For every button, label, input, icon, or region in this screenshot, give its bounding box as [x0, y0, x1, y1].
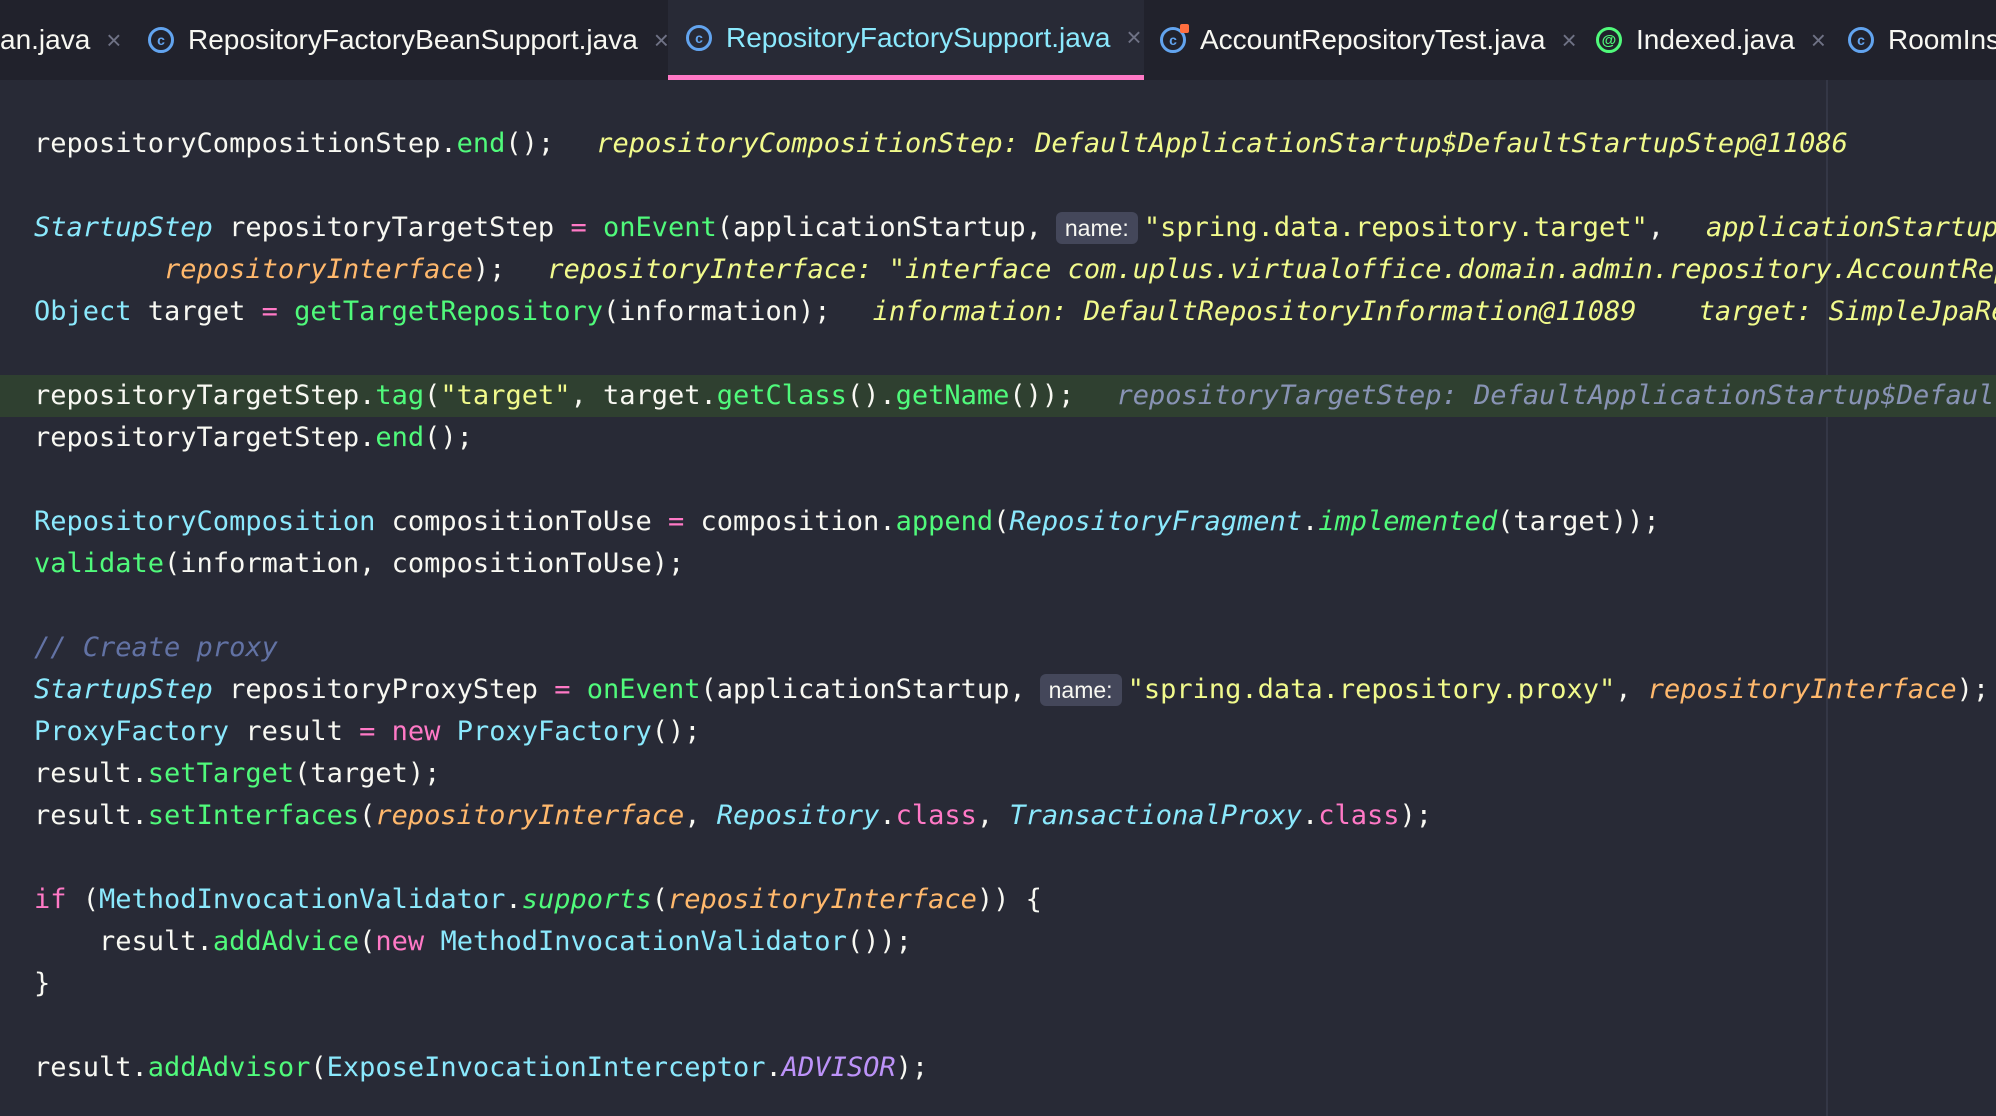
code-line: result.setInterfaces(repositoryInterface… [34, 800, 1433, 831]
code-line: repositoryInterface); repositoryInterface… [0, 249, 1996, 291]
parameter-hint: name: [1039, 674, 1122, 706]
tab-an-java[interactable]: an.java × [0, 0, 124, 80]
code-line: RepositoryComposition compositionToUse =… [34, 506, 1660, 537]
debug-value: information: DefaultRepositoryInformatio… [872, 296, 1637, 327]
tab-label: an.java [0, 24, 91, 55]
code-line: result.addAdvice(new MethodInvocationVal… [0, 921, 1996, 963]
tab-label: RepositoryFactoryBeanSupport.java [188, 24, 638, 55]
annotation-icon: @ [1596, 27, 1622, 53]
debug-value: target: SimpleJpaRepository@11090 [1698, 296, 1996, 327]
code-line: if (MethodInvocationValidator.supports(r… [34, 884, 1042, 915]
test-class-icon: c [1160, 24, 1189, 53]
debug-value: repositoryTargetStep: DefaultApplication… [1116, 380, 1996, 411]
code-line: repositoryCompositionStep.end(); reposito… [34, 128, 1848, 159]
debug-value: applicationStartup: DefaultApplicationSt… [1706, 212, 1996, 243]
tab-indexed[interactable]: @ Indexed.java × [1596, 0, 1836, 80]
tab-label: RepositoryFactorySupport.java [726, 21, 1111, 53]
close-icon[interactable]: × [1562, 25, 1577, 56]
debug-value: repositoryCompositionStep: DefaultApplic… [596, 128, 1848, 159]
tab-repository-factory-support[interactable]: c RepositoryFactorySupport.java × [668, 0, 1144, 80]
debug-value: repositoryInterface: "interface com.uplu… [547, 254, 1996, 285]
tab-label: Indexed.java [1636, 24, 1795, 55]
code-line: StartupStep repositoryProxyStep = onEven… [34, 674, 1990, 706]
editor-tab-bar: an.java × c RepositoryFactoryBeanSupport… [0, 0, 1996, 81]
code-line: repositoryTargetStep.end(); [34, 422, 473, 453]
tab-repository-factory-bean-support[interactable]: c RepositoryFactoryBeanSupport.java × [148, 0, 669, 80]
class-icon: c [148, 27, 174, 53]
code-line: result.setTarget(target); [34, 758, 441, 789]
tab-label: AccountRepositoryTest.java [1200, 24, 1546, 55]
close-icon[interactable]: × [654, 25, 669, 56]
code-line: ProxyFactory result = new ProxyFactory()… [34, 716, 701, 747]
code-line: Object target = getTargetRepository(info… [0, 291, 1996, 333]
tab-room-inst[interactable]: c RoomInst [1848, 0, 1996, 80]
code-comment: // Create proxy [34, 632, 278, 663]
parameter-hint: name: [1055, 212, 1138, 244]
code-line: validate(information, compositionToUse); [34, 548, 685, 579]
tab-account-repository-test[interactable]: c AccountRepositoryTest.java × [1160, 0, 1580, 80]
close-icon[interactable]: × [106, 25, 121, 56]
class-icon: c [686, 24, 712, 51]
code-editor[interactable]: repositoryCompositionStep.end(); reposito… [0, 80, 1996, 1116]
code-line: result.addAdvisor(ExposeInvocationInterc… [34, 1052, 929, 1083]
tab-label: RoomInst [1888, 24, 1996, 55]
code-line: StartupStep repositoryTargetStep = onEve… [0, 207, 1996, 249]
current-execution-line: repositoryTargetStep.tag("target", targe… [0, 375, 1996, 417]
code-line: } [34, 968, 51, 999]
close-icon[interactable]: × [1126, 22, 1141, 53]
class-icon: c [1848, 27, 1874, 53]
close-icon[interactable]: × [1811, 25, 1826, 56]
